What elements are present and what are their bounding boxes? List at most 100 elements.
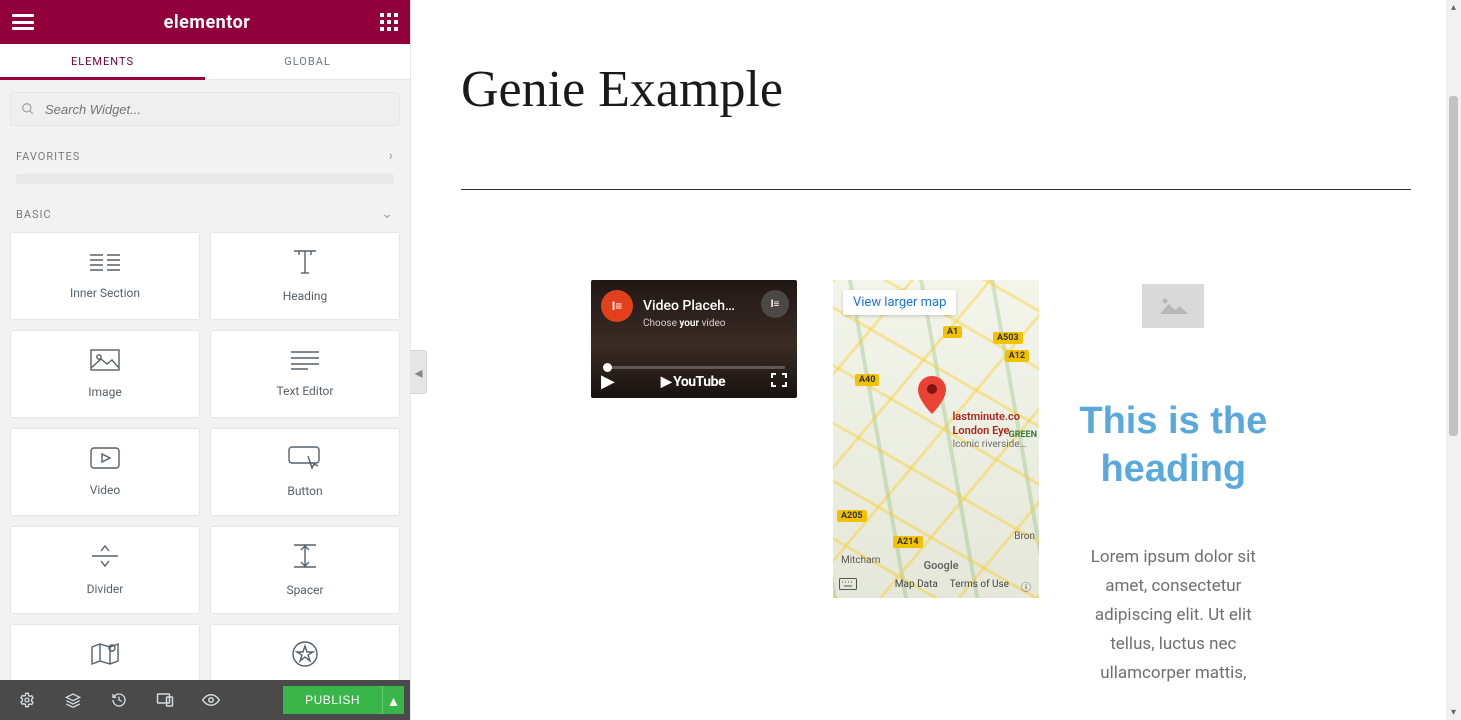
widget-label: Divider <box>87 582 124 596</box>
publish-button[interactable]: PUBLISH <box>283 686 382 714</box>
fullscreen-icon[interactable] <box>771 372 787 391</box>
widget-heading[interactable]: Heading <box>210 232 400 320</box>
elementor-badge-icon: I≡ <box>761 290 789 318</box>
view-larger-map[interactable]: View larger map <box>843 290 956 315</box>
widget-label: Spacer <box>286 583 323 597</box>
widget-image[interactable]: Image <box>10 330 200 418</box>
map-terms-link[interactable]: Terms of Use <box>950 579 1009 594</box>
search-input[interactable] <box>45 102 389 117</box>
widget-video[interactable]: Video <box>10 428 200 516</box>
map-widget[interactable]: A1 A503 A40 A12 A205 A214 GREEN Mitcham … <box>833 280 1039 598</box>
image-placeholder[interactable] <box>1142 284 1204 328</box>
image-icon <box>90 349 120 371</box>
button-icon <box>288 446 322 470</box>
map-data-link[interactable]: Map Data <box>895 579 938 594</box>
play-icon[interactable]: ▶ <box>601 371 615 392</box>
text-editor-icon <box>290 350 320 370</box>
chevron-down-icon: ⌄ <box>381 206 394 222</box>
road-label: A1 <box>943 326 962 338</box>
video-progress[interactable] <box>603 366 785 369</box>
scroll-up-icon[interactable]: ▴ <box>1446 0 1461 15</box>
history-button[interactable] <box>98 680 140 720</box>
widget-label: Text Editor <box>277 384 334 398</box>
video-widget[interactable]: I≡ I≡ Video Placeh… Choose your video <box>591 280 797 398</box>
scroll-thumb[interactable] <box>1449 96 1458 436</box>
canvas-scrollbar[interactable]: ▴ ▾ <box>1446 0 1461 720</box>
road-label: A12 <box>1005 350 1029 362</box>
road-label: A40 <box>855 374 879 386</box>
video-icon <box>90 447 120 469</box>
widget-inner-section[interactable]: Inner Section <box>10 232 200 320</box>
map-footer: Map Data Terms of Use ⓘ <box>833 579 1039 594</box>
widget-google-maps[interactable]: Google Maps <box>10 624 200 680</box>
scroll-down-icon[interactable]: ▾ <box>1446 705 1461 720</box>
map-attribution: Google <box>924 559 959 572</box>
elementor-panel: elementor ELEMENTS GLOBAL FAVORITES › BA… <box>0 0 411 720</box>
responsive-icon <box>156 692 174 708</box>
group-favorites[interactable]: FAVORITES › <box>0 134 410 174</box>
brand-logo: elementor <box>164 12 251 33</box>
search-widget[interactable] <box>10 92 400 126</box>
eye-icon <box>202 693 220 707</box>
tab-elements[interactable]: ELEMENTS <box>0 44 205 79</box>
youtube-logo: ▶ YouTube <box>661 374 725 390</box>
video-subtitle: Choose your video <box>643 318 787 329</box>
map-poi-label: lastminute.co London Eye Iconic riversid… <box>952 410 1026 450</box>
search-icon <box>21 102 35 116</box>
editor-canvas[interactable]: Genie Example I≡ I≡ Video Placeh… Choo <box>411 0 1461 720</box>
widget-grid: Inner Section Heading Image Text Editor … <box>0 232 410 680</box>
tab-global[interactable]: GLOBAL <box>205 44 410 79</box>
layers-icon <box>65 692 81 708</box>
star-icon <box>291 640 319 668</box>
widget-label: Button <box>287 484 322 498</box>
map-pin-icon <box>918 376 946 414</box>
history-icon <box>111 692 127 708</box>
area-label: Mitcham <box>841 555 880 566</box>
road-label: A205 <box>837 510 867 522</box>
widget-label: Inner Section <box>70 286 140 300</box>
responsive-button[interactable] <box>144 680 186 720</box>
widget-label: Video <box>90 483 121 497</box>
column-video[interactable]: I≡ I≡ Video Placeh… Choose your video <box>591 280 806 398</box>
column-map[interactable]: A1 A503 A40 A12 A205 A214 GREEN Mitcham … <box>828 280 1043 598</box>
group-basic[interactable]: BASIC ⌄ <box>0 192 410 232</box>
widget-label: Image <box>88 385 121 399</box>
title-divider <box>461 189 1411 190</box>
channel-avatar-icon: I≡ <box>601 290 633 322</box>
favorites-placeholder <box>16 174 394 184</box>
area-label: Bron <box>1014 531 1035 542</box>
widget-icon[interactable]: Icon <box>210 624 400 680</box>
heading-widget[interactable]: This is the heading <box>1066 398 1281 493</box>
publish-options[interactable]: ▴ <box>382 686 404 714</box>
gear-icon <box>19 692 35 708</box>
navigator-button[interactable] <box>52 680 94 720</box>
panel-header: elementor <box>0 0 410 44</box>
panel-collapse-handle[interactable]: ◂ <box>411 350 427 394</box>
widget-button[interactable]: Button <box>210 428 400 516</box>
info-icon[interactable]: ⓘ <box>1021 579 1031 594</box>
divider-icon <box>90 544 120 568</box>
inner-section-icon <box>89 252 121 272</box>
map-icon <box>90 641 120 667</box>
widget-spacer[interactable]: Spacer <box>210 526 400 614</box>
panel-tabs: ELEMENTS GLOBAL <box>0 44 410 80</box>
apps-grid-icon[interactable] <box>380 13 398 31</box>
panel-footer: PUBLISH ▴ <box>0 680 410 720</box>
settings-button[interactable] <box>6 680 48 720</box>
heading-icon <box>290 249 320 275</box>
road-label: A214 <box>893 536 923 548</box>
group-label: FAVORITES <box>16 150 80 163</box>
spacer-icon <box>290 543 320 569</box>
text-widget[interactable]: Lorem ipsum dolor sit amet, consectetur … <box>1066 543 1281 687</box>
chevron-right-icon: › <box>389 148 394 164</box>
widget-text-editor[interactable]: Text Editor <box>210 330 400 418</box>
widget-divider[interactable]: Divider <box>10 526 200 614</box>
column-text[interactable]: This is the heading Lorem ipsum dolor si… <box>1066 280 1281 687</box>
page-title: Genie Example <box>461 60 1411 119</box>
content-section: I≡ I≡ Video Placeh… Choose your video <box>461 280 1411 687</box>
image-placeholder-icon <box>1156 294 1190 318</box>
preview-button[interactable] <box>190 680 232 720</box>
menu-icon[interactable] <box>12 14 34 30</box>
group-label: BASIC <box>16 208 52 221</box>
road-label: A503 <box>993 332 1023 344</box>
